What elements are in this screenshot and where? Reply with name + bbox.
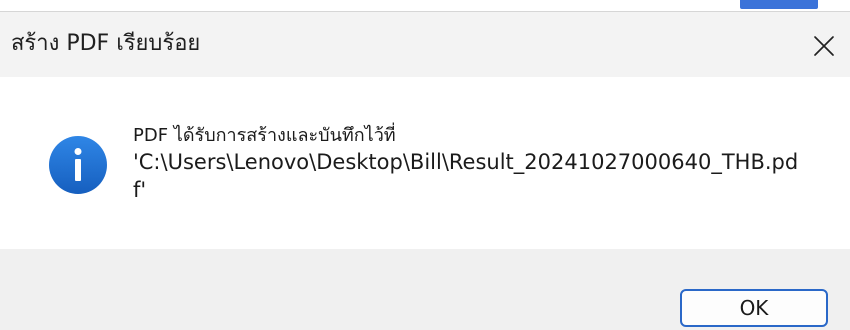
screen: สร้าง PDF เรียบร้อย PDF ได้รับการสร้างแล… xyxy=(0,0,850,330)
close-icon xyxy=(814,36,834,56)
background-window-edge xyxy=(0,0,850,12)
dialog-content: PDF ได้รับการสร้างและบันทึกไว้ที่ 'C:\Us… xyxy=(0,77,850,247)
message-dialog: สร้าง PDF เรียบร้อย PDF ได้รับการสร้างแล… xyxy=(0,12,850,330)
message-text: PDF ได้รับการสร้างและบันทึกไว้ที่ 'C:\Us… xyxy=(133,124,823,204)
ok-button[interactable]: OK xyxy=(680,289,828,327)
file-path: 'C:\Users\Lenovo\Desktop\Bill\Result_202… xyxy=(133,150,799,202)
dialog-title: สร้าง PDF เรียบร้อย xyxy=(11,31,201,56)
dialog-titlebar: สร้าง PDF เรียบร้อย xyxy=(0,12,850,77)
info-icon xyxy=(49,136,107,194)
background-accent-tab xyxy=(740,0,818,9)
close-button[interactable] xyxy=(802,24,846,68)
message-line: PDF ได้รับการสร้างและบันทึกไว้ที่ xyxy=(133,125,396,146)
dialog-footer: OK xyxy=(0,249,850,330)
